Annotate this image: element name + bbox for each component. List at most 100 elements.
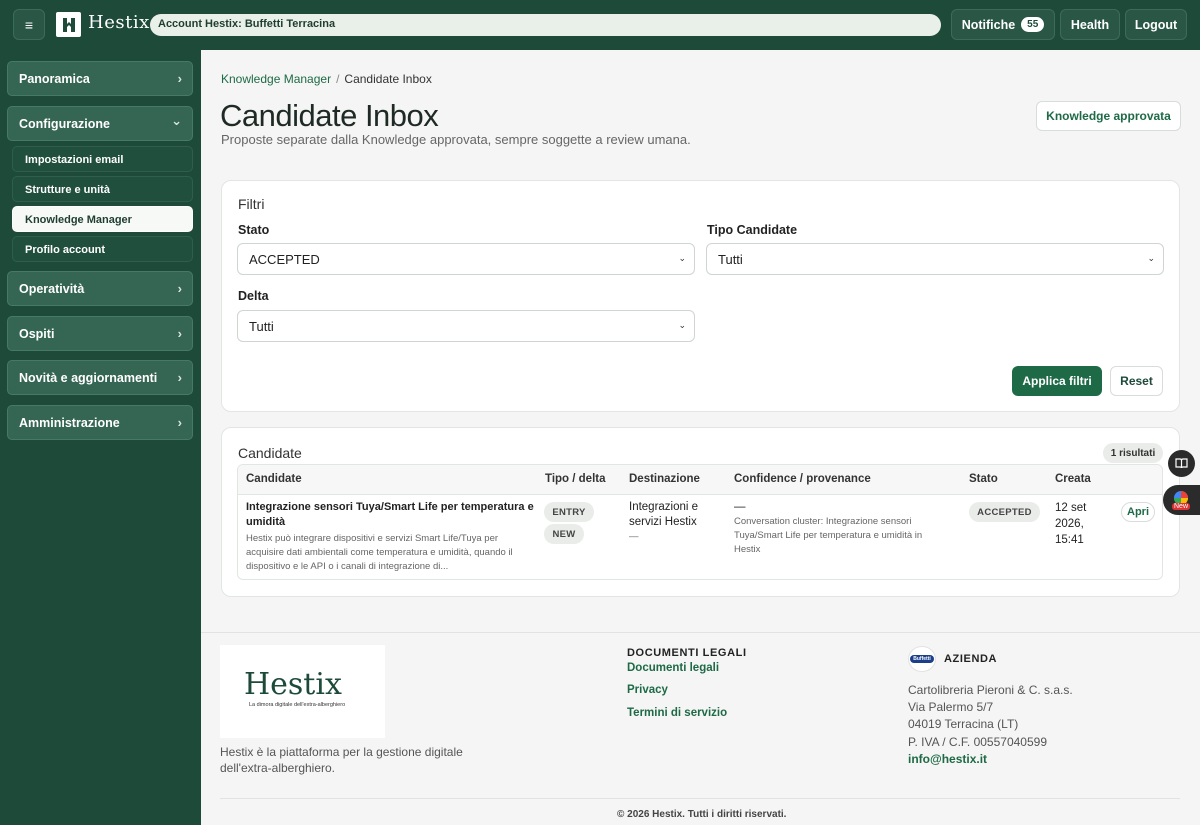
apply-filters-button[interactable]: Applica filtri bbox=[1012, 366, 1102, 396]
link-documenti-legali[interactable]: Documenti legali bbox=[627, 662, 719, 674]
delta-label: Delta bbox=[238, 289, 269, 303]
company-heading: AZIENDA bbox=[944, 653, 998, 665]
notifications-count-badge: 55 bbox=[1021, 17, 1045, 32]
footer-bottom-divider bbox=[220, 798, 1180, 799]
destinazione-cell: Integrazioni e servizi Hestix — bbox=[629, 500, 719, 544]
column-header-candidate: Candidate bbox=[246, 473, 302, 485]
link-privacy[interactable]: Privacy bbox=[627, 684, 668, 696]
breadcrumb: Knowledge Manager / Candidate Inbox bbox=[221, 72, 432, 86]
destinazione-value: Integrazioni e servizi Hestix bbox=[629, 501, 699, 528]
footer-divider bbox=[201, 632, 1200, 633]
sidebar-item-strutture-e-unita[interactable]: Strutture e unità bbox=[12, 176, 193, 202]
tipo-select-value: Tutti bbox=[718, 252, 743, 267]
confidence-value: — bbox=[734, 501, 746, 513]
top-bar: ≡ Hestix Account Hestix: Buffetti Terrac… bbox=[0, 0, 1200, 50]
account-name: Buffetti Terracina bbox=[244, 18, 336, 30]
account-label: Account Hestix: bbox=[158, 18, 242, 30]
new-label: New bbox=[1172, 503, 1191, 510]
menu-button[interactable]: ≡ bbox=[13, 9, 45, 40]
footer-logo-word: Hestix bbox=[244, 667, 342, 702]
chevron-down-icon: ⌄ bbox=[1147, 253, 1155, 263]
health-button[interactable]: Health bbox=[1060, 9, 1120, 40]
sidebar-section-configurazione[interactable]: Configurazione ⌄ bbox=[7, 106, 193, 141]
breadcrumb-link-knowledge-manager[interactable]: Knowledge Manager bbox=[221, 72, 331, 86]
table-header: Candidate Tipo / delta Destinazione Conf… bbox=[238, 465, 1162, 495]
knowledge-approvata-button[interactable]: Knowledge approvata bbox=[1036, 101, 1181, 131]
sidebar-section-ospiti[interactable]: Ospiti › bbox=[7, 316, 193, 351]
logo-text[interactable]: Hestix bbox=[88, 12, 150, 33]
column-header-tipo-delta: Tipo / delta bbox=[545, 473, 606, 485]
sidebar: Panoramica › Configurazione ⌄ Impostazio… bbox=[0, 50, 201, 825]
delta-select[interactable]: Tutti ⌄ bbox=[237, 310, 695, 342]
hamburger-icon: ≡ bbox=[24, 16, 34, 33]
footer-description: Hestix è la piattaforma per la gestione … bbox=[220, 745, 463, 775]
chevron-right-icon: › bbox=[177, 326, 182, 341]
stato-label: Stato bbox=[238, 223, 270, 237]
sidebar-section-label: Amministrazione bbox=[19, 416, 120, 430]
company-vat: P. IVA / C.F. 00557040599 bbox=[908, 735, 1047, 749]
chevron-right-icon: › bbox=[177, 415, 182, 430]
footer-logo-tagline: La dimora digitale dell'extra-alberghier… bbox=[249, 702, 346, 708]
new-extension-button[interactable]: New bbox=[1163, 485, 1200, 515]
chevron-down-icon: ⌄ bbox=[678, 320, 686, 330]
logo-mark bbox=[62, 17, 75, 32]
chevron-down-icon: ⌄ bbox=[171, 113, 182, 128]
stato-badge: ACCEPTED bbox=[969, 502, 1040, 522]
page-title: Candidate Inbox bbox=[220, 98, 439, 133]
company-address: Via Palermo 5/7 bbox=[908, 700, 994, 714]
sidebar-section-amministrazione[interactable]: Amministrazione › bbox=[7, 405, 193, 440]
page-subtitle: Proposte separate dalla Knowledge approv… bbox=[221, 132, 691, 147]
column-header-confidence: Confidence / provenance bbox=[734, 473, 871, 485]
results-count-badge: 1 risultati bbox=[1103, 443, 1163, 463]
company-city: 04019 Terracina (LT) bbox=[908, 717, 1019, 731]
sidebar-item-knowledge-manager[interactable]: Knowledge Manager bbox=[12, 206, 193, 232]
chevron-right-icon: › bbox=[177, 281, 182, 296]
column-header-destinazione: Destinazione bbox=[629, 473, 700, 485]
delta-select-value: Tutti bbox=[249, 319, 274, 334]
tipo-badge: ENTRY bbox=[544, 502, 594, 522]
stato-select[interactable]: ACCEPTED ⌄ bbox=[237, 243, 695, 275]
sidebar-section-label: Panoramica bbox=[19, 72, 90, 86]
copyright: © 2026 Hestix. Tutti i diritti riservati… bbox=[617, 809, 787, 820]
sidebar-section-panoramica[interactable]: Panoramica › bbox=[7, 61, 193, 96]
stato-select-value: ACCEPTED bbox=[249, 252, 320, 267]
candidate-title[interactable]: Integrazione sensori Tuya/Smart Life per… bbox=[246, 500, 536, 530]
sidebar-item-profilo-account[interactable]: Profilo account bbox=[12, 236, 193, 262]
candidate-description: Hestix può integrare dispositivi e servi… bbox=[246, 533, 513, 572]
sidebar-section-label: Configurazione bbox=[19, 117, 110, 131]
logo-icon bbox=[56, 12, 81, 37]
creata-cell: 12 set 2026, 15:41 bbox=[1055, 502, 1087, 546]
sidebar-section-label: Operatività bbox=[19, 282, 85, 296]
footer-logo: Hestix La dimora digitale dell'extra-alb… bbox=[220, 645, 385, 738]
sidebar-section-operativita[interactable]: Operatività › bbox=[7, 271, 193, 306]
breadcrumb-separator: / bbox=[336, 72, 340, 86]
column-header-stato: Stato bbox=[969, 473, 998, 485]
legal-heading: DOCUMENTI LEGALI bbox=[627, 647, 747, 659]
link-termini-di-servizio[interactable]: Termini di servizio bbox=[627, 707, 727, 719]
company-logo-icon: Buffetti bbox=[908, 646, 936, 672]
book-icon bbox=[1175, 458, 1188, 469]
account-selector[interactable]: Account Hestix: Buffetti Terracina bbox=[150, 14, 941, 36]
sidebar-item-impostazioni-email[interactable]: Impostazioni email bbox=[12, 146, 193, 172]
sidebar-section-label: Ospiti bbox=[19, 327, 55, 341]
table-row-candidate-cell: Integrazione sensori Tuya/Smart Life per… bbox=[246, 500, 536, 574]
delta-badge: NEW bbox=[544, 524, 584, 544]
reader-button[interactable] bbox=[1168, 450, 1195, 477]
candidates-title: Candidate bbox=[238, 445, 302, 461]
sidebar-section-label: Novità e aggiornamenti bbox=[19, 371, 158, 385]
company-logo-text: Buffetti bbox=[910, 655, 934, 663]
tipo-candidate-select[interactable]: Tutti ⌄ bbox=[706, 243, 1164, 275]
apri-button[interactable]: Apri bbox=[1121, 502, 1155, 522]
notifications-label: Notifiche bbox=[961, 17, 1016, 32]
confidence-cell: — Conversation cluster: Integrazione sen… bbox=[734, 500, 949, 557]
logout-button[interactable]: Logout bbox=[1125, 9, 1187, 40]
company-email-link[interactable]: info@hestix.it bbox=[908, 752, 987, 766]
breadcrumb-current: Candidate Inbox bbox=[344, 72, 432, 86]
reset-button[interactable]: Reset bbox=[1110, 366, 1163, 396]
filters-title: Filtri bbox=[238, 196, 265, 212]
company-name: Cartolibreria Pieroni & C. s.a.s. bbox=[908, 683, 1073, 697]
notifications-button[interactable]: Notifiche 55 bbox=[951, 9, 1055, 40]
column-header-creata: Creata bbox=[1055, 473, 1091, 485]
destinazione-sub: — bbox=[629, 531, 639, 542]
sidebar-section-novita[interactable]: Novità e aggiornamenti › bbox=[7, 360, 193, 395]
